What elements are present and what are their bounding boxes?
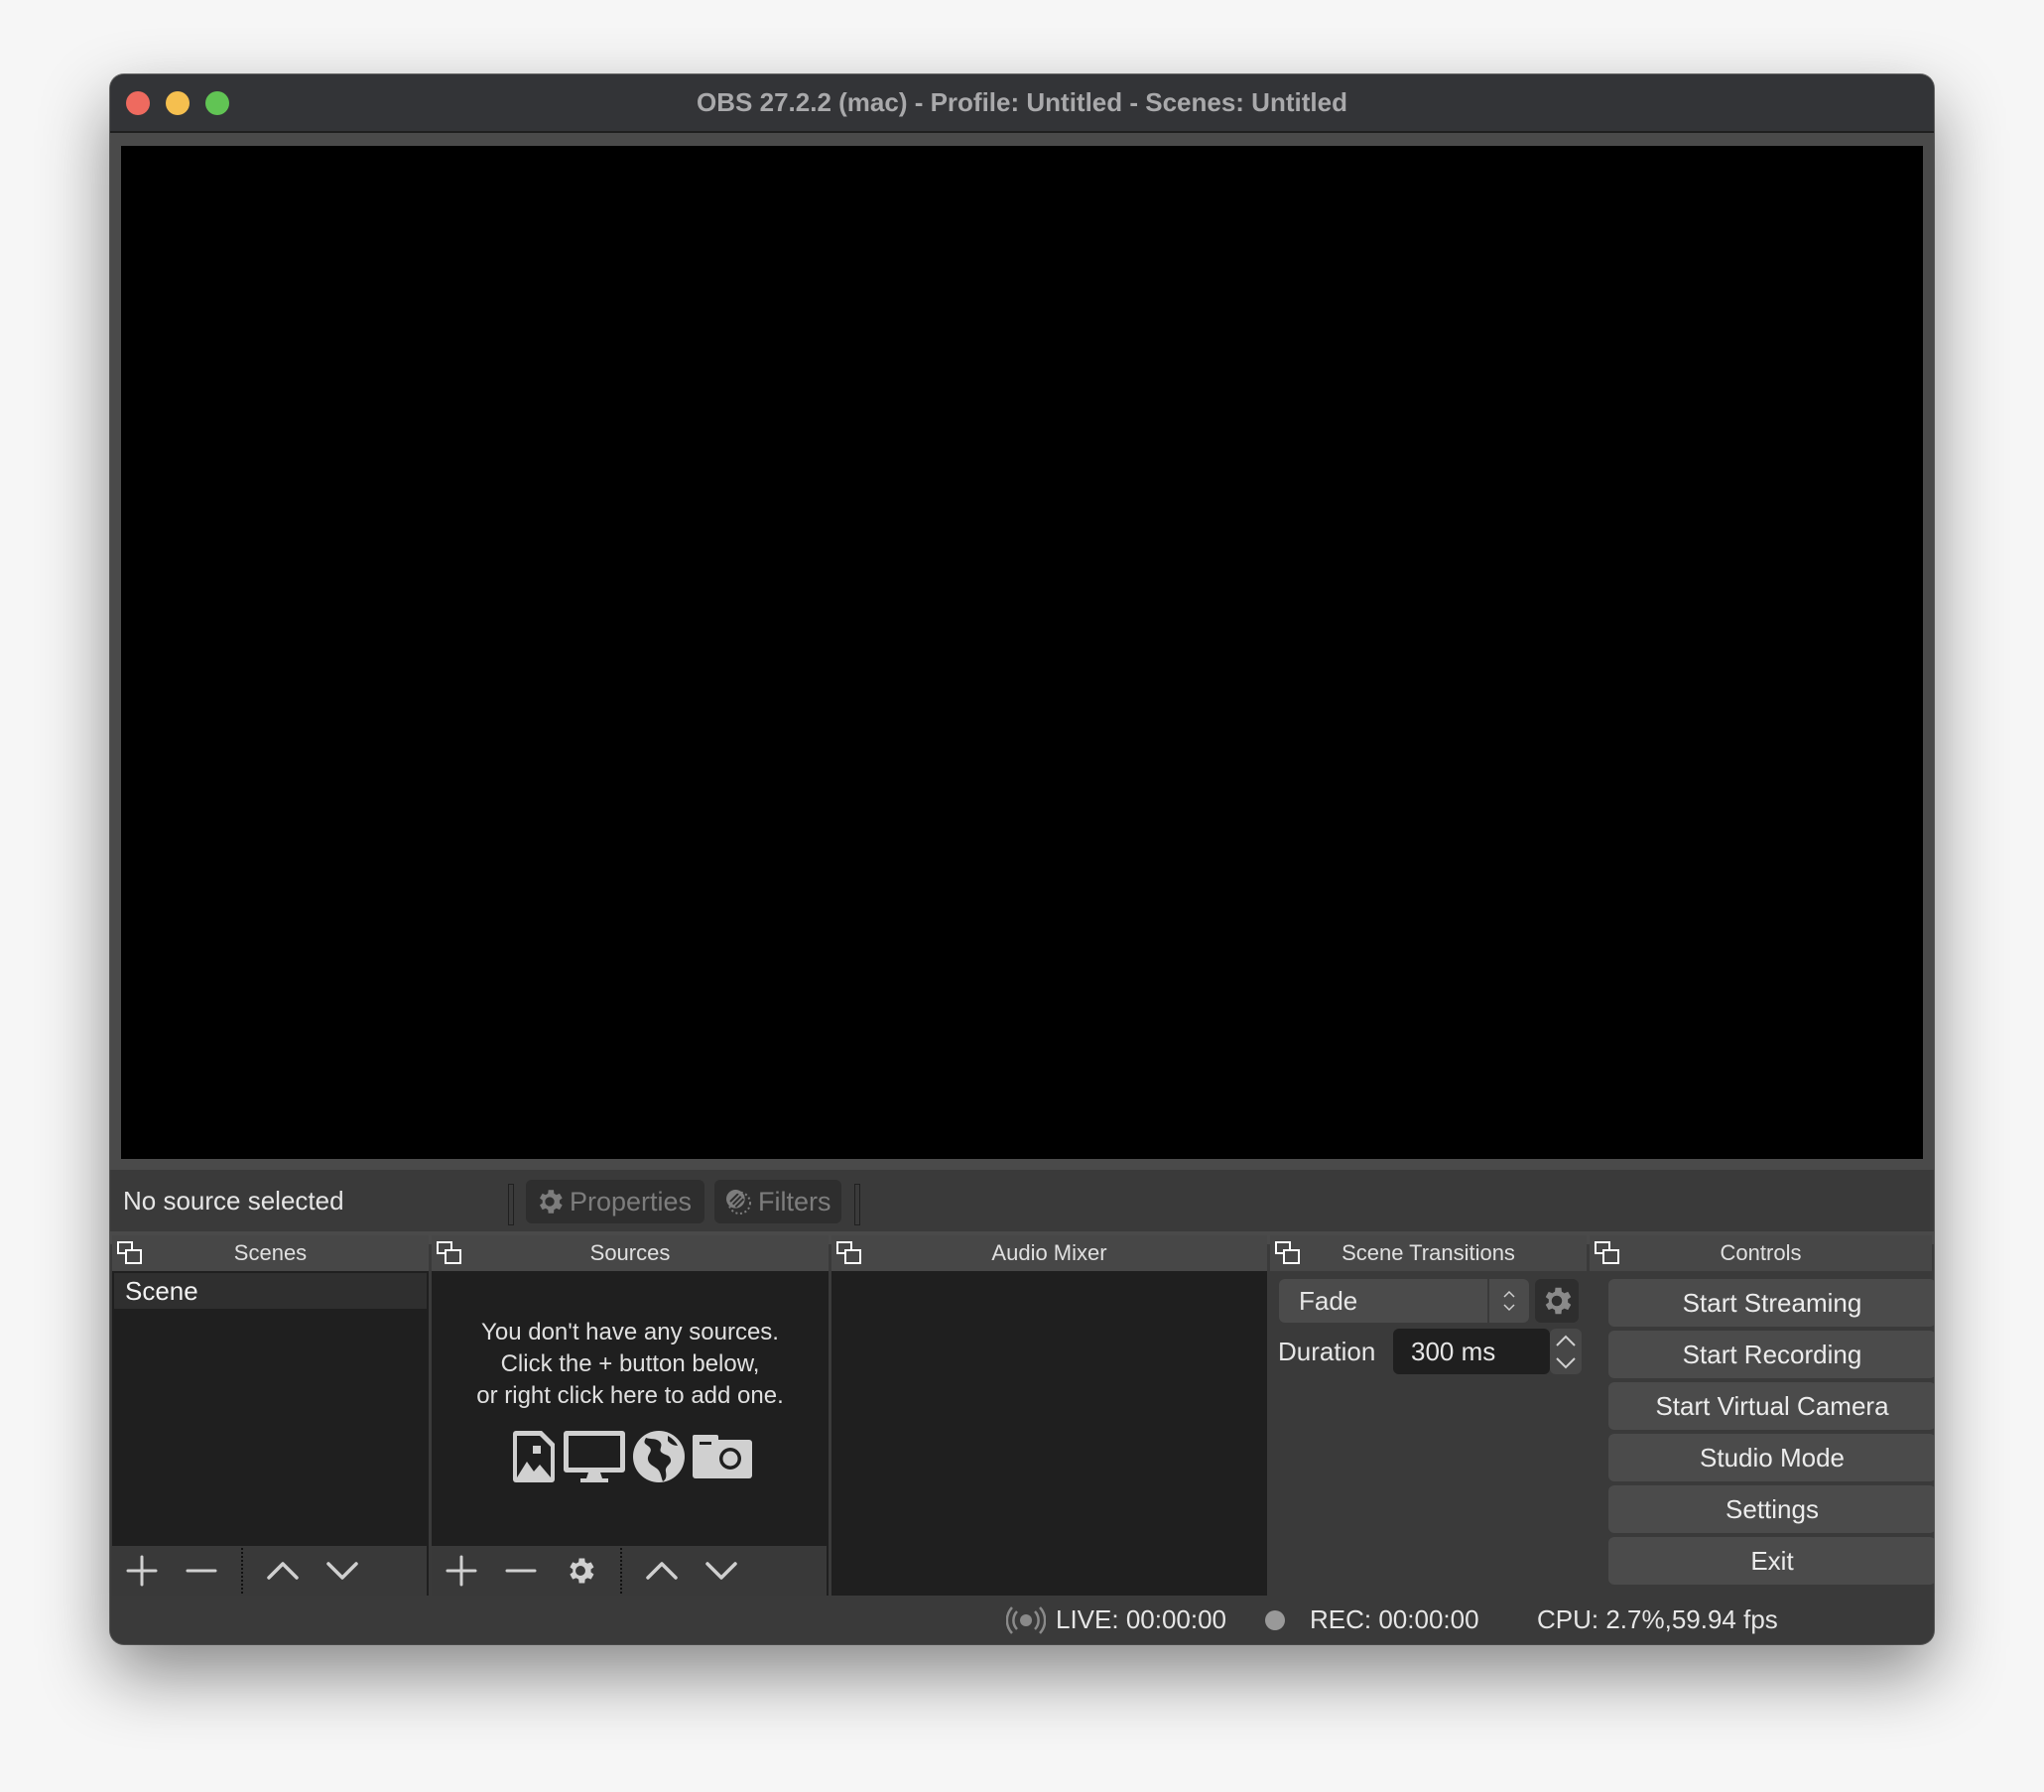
sources-dock-header[interactable]: Sources [432,1235,829,1271]
audio-mixer-panel [831,1271,1267,1596]
status-bar: LIVE: 00:00:00 REC: 00:00:00 CPU: 2.7%,5… [110,1596,1934,1644]
empty-message-line: You don't have any sources. [481,1319,779,1345]
empty-message-line: Click the + button below, [500,1350,760,1377]
scene-list-item[interactable]: Scene [114,1273,427,1309]
preview-frame [110,133,1934,1244]
selected-source-label: No source selected [123,1186,344,1216]
properties-button[interactable]: Properties [526,1180,704,1223]
exit-button[interactable]: Exit [1608,1537,1934,1585]
controls-panel: Start Streaming Start Recording Start Vi… [1590,1271,1934,1596]
duration-label: Duration [1278,1337,1376,1366]
globe-icon [633,1431,685,1482]
transition-properties-button[interactable] [1535,1279,1579,1323]
chevron-up-icon [1556,1335,1576,1346]
undock-icon[interactable] [116,1239,144,1267]
cpu-fps-readout: CPU: 2.7%,59.94 fps [1537,1604,1778,1634]
gear-icon [540,1190,563,1214]
undock-icon[interactable] [1594,1239,1621,1267]
image-icon [513,1431,555,1482]
settings-button[interactable]: Settings [1608,1485,1934,1533]
start-streaming-button[interactable]: Start Streaming [1608,1279,1934,1327]
up-down-arrows-icon [1487,1279,1529,1323]
title-bar[interactable]: OBS 27.2.2 (mac) - Profile: Untitled - S… [110,74,1934,133]
controls-dock-header[interactable]: Controls [1590,1235,1932,1271]
move-source-down-button[interactable] [692,1546,751,1596]
decrement-button[interactable] [1550,1351,1582,1374]
scenes-list[interactable]: Scene [112,1271,429,1596]
sources-toolbar [432,1546,827,1596]
duration-stepper[interactable] [1550,1329,1582,1374]
plus-icon [126,1555,158,1587]
filters-label: Filters [758,1187,831,1216]
separator [508,1184,514,1225]
move-scene-up-button[interactable] [253,1546,313,1596]
move-scene-down-button[interactable] [313,1546,372,1596]
start-recording-button[interactable]: Start Recording [1608,1331,1934,1378]
window-title: OBS 27.2.2 (mac) - Profile: Untitled - S… [697,87,1347,117]
empty-message-line: or right click here to add one. [476,1382,784,1409]
obs-window: OBS 27.2.2 (mac) - Profile: Untitled - S… [110,74,1934,1644]
display-icon [564,1431,625,1482]
rec-timer: REC: 00:00:00 [1310,1604,1479,1634]
preview-canvas[interactable] [121,146,1923,1159]
scenes-dock-header[interactable]: Scenes [112,1235,429,1271]
controls-title: Controls [1720,1240,1802,1265]
rec-status: REC: 00:00:00 [1264,1596,1479,1644]
live-timer: LIVE: 00:00:00 [1056,1604,1227,1634]
cpu-status: CPU: 2.7%,59.94 fps [1537,1596,1778,1644]
toolbar-separator [620,1548,622,1594]
remove-source-button[interactable] [491,1546,551,1596]
minus-icon [186,1569,217,1573]
start-virtual-camera-button[interactable]: Start Virtual Camera [1608,1382,1934,1430]
chevron-up-icon [267,1562,299,1580]
transition-select[interactable]: Fade [1279,1279,1529,1323]
move-source-up-button[interactable] [632,1546,692,1596]
source-properties-button[interactable] [551,1546,610,1596]
duration-input[interactable]: 300 ms [1393,1329,1550,1374]
add-scene-button[interactable] [112,1546,172,1596]
increment-button[interactable] [1550,1329,1582,1351]
studio-mode-button[interactable]: Studio Mode [1608,1434,1934,1481]
source-context-bar: No source selected Properties Filters [110,1170,1934,1231]
source-type-icons [511,1430,753,1483]
audio-mixer-dock-header[interactable]: Audio Mixer [831,1235,1267,1271]
chevron-down-icon [705,1562,737,1580]
audio-mixer-title: Audio Mixer [991,1240,1107,1265]
undock-icon[interactable] [1274,1239,1302,1267]
toolbar-separator [241,1548,243,1594]
scene-transitions-panel: Fade Duration 300 ms [1270,1271,1587,1596]
gear-icon [570,1558,594,1584]
filters-icon [726,1190,751,1215]
chevron-down-icon [1556,1356,1576,1368]
sources-title: Sources [589,1240,671,1265]
scenes-title: Scenes [233,1240,308,1265]
transition-value: Fade [1299,1286,1358,1316]
undock-icon[interactable] [835,1239,863,1267]
separator [854,1184,860,1225]
filters-button[interactable]: Filters [714,1180,841,1223]
chevron-up-icon [646,1562,678,1580]
remove-scene-button[interactable] [172,1546,231,1596]
properties-label: Properties [570,1187,693,1216]
chevron-down-icon [326,1562,358,1580]
broadcast-icon [1006,1605,1046,1634]
camera-icon [693,1435,752,1478]
minus-icon [505,1569,537,1573]
undock-icon[interactable] [436,1239,463,1267]
scenes-toolbar [112,1546,427,1596]
scene-transitions-title: Scene Transitions [1341,1240,1515,1265]
sources-empty-message: You don't have any sources. Click the + … [432,1317,829,1412]
scene-transitions-dock-header[interactable]: Scene Transitions [1270,1235,1587,1271]
gear-icon [1545,1287,1572,1315]
sources-list[interactable]: You don't have any sources. Click the + … [432,1271,829,1596]
plus-icon [446,1555,477,1587]
add-source-button[interactable] [432,1546,491,1596]
record-dot-icon [1265,1609,1285,1630]
live-status: LIVE: 00:00:00 [1006,1596,1226,1644]
